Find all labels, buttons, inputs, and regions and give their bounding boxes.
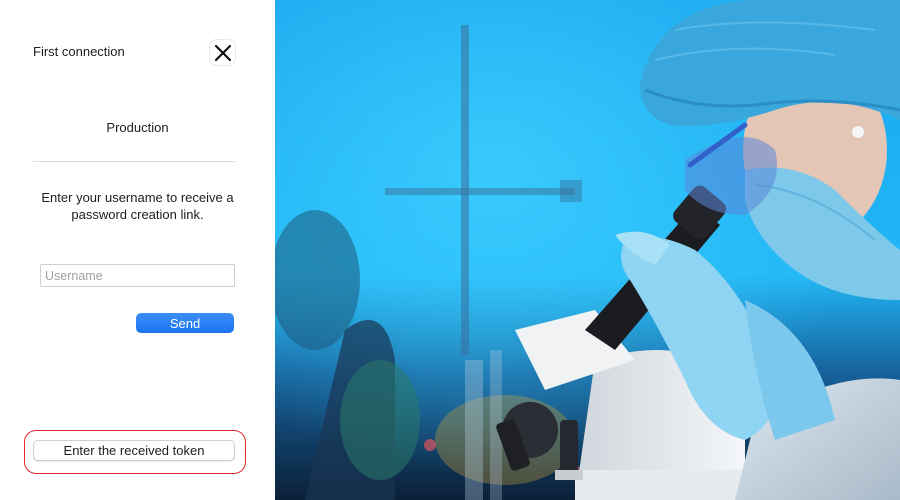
instructions-text: Enter your username to receive a passwor… bbox=[41, 190, 234, 222]
dialog-title: First connection bbox=[33, 44, 125, 59]
login-panel: First connection Production Enter your u… bbox=[0, 0, 275, 500]
enter-token-button[interactable]: Enter the received token bbox=[33, 440, 235, 461]
send-button[interactable]: Send bbox=[136, 313, 234, 333]
close-button[interactable] bbox=[210, 40, 235, 65]
environment-label: Production bbox=[106, 120, 169, 135]
username-input[interactable] bbox=[40, 264, 235, 287]
scientist-microscope-image bbox=[275, 0, 900, 500]
close-x-icon bbox=[214, 44, 231, 61]
divider bbox=[33, 161, 235, 162]
